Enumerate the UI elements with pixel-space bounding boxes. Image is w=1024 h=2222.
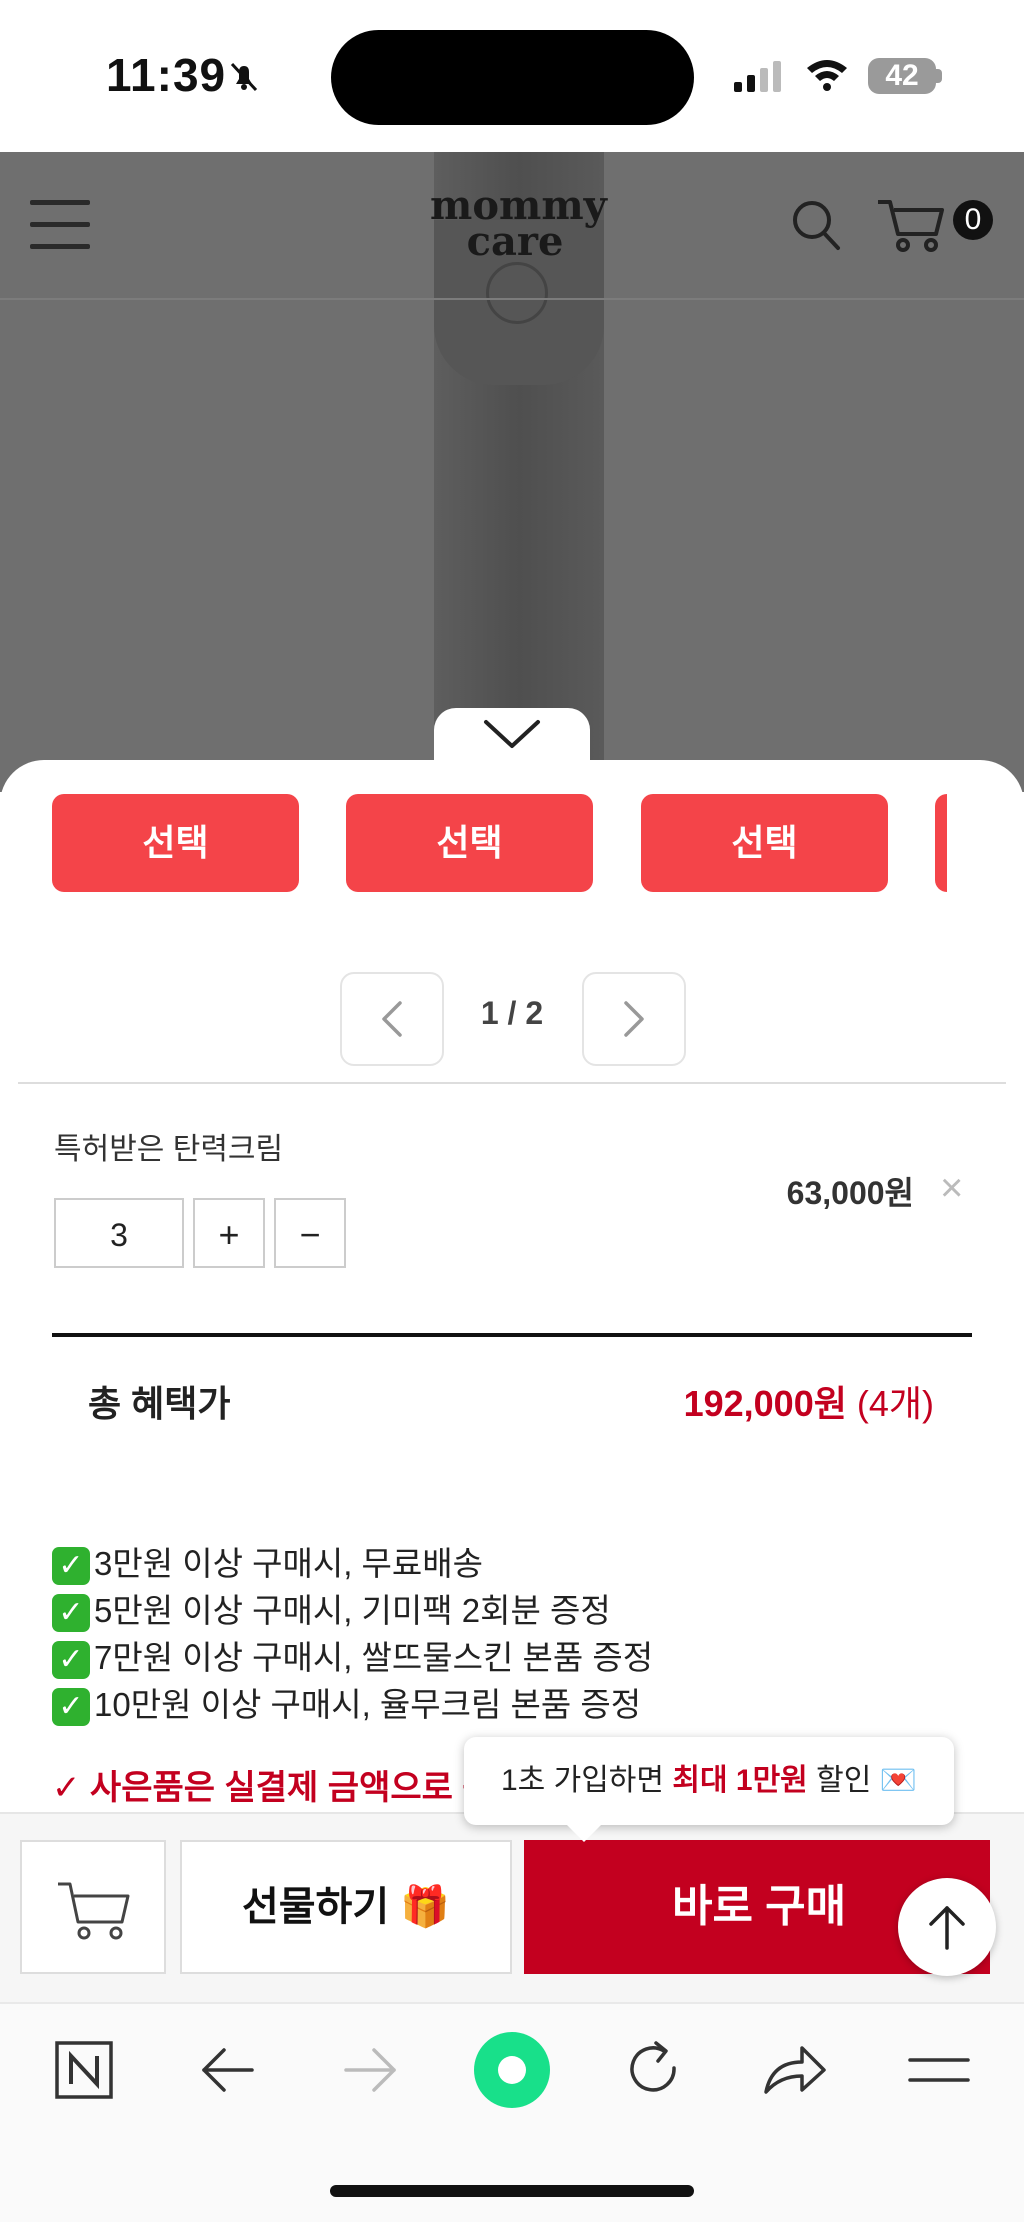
tooltip-highlight: 최대 1만원 [672, 1764, 808, 1797]
quantity-input[interactable]: 3 [54, 1198, 184, 1268]
check-icon: ✓ [52, 1641, 90, 1680]
check-icon: ✓ [52, 1688, 90, 1727]
naver-home-icon[interactable] [54, 2040, 114, 2105]
battery-cap [936, 69, 942, 83]
total-price-row: 192,000원 (4개) [620, 1375, 934, 1427]
section-divider [18, 1082, 1006, 1084]
select-option-button-partial[interactable] [935, 794, 947, 892]
device-power-button [486, 262, 548, 324]
benefit-text: 10만원 이상 구매시, 율무크림 본품 증정 [94, 1686, 642, 1723]
logo-line-2: care [466, 218, 564, 265]
cart-count-badge: 0 [953, 200, 993, 240]
hamburger-menu-button[interactable] [0, 190, 100, 260]
battery-indicator: 42 [868, 58, 936, 94]
menu-bar [30, 222, 90, 227]
pager-next-button[interactable] [582, 972, 686, 1066]
check-icon: ✓ [52, 1547, 90, 1586]
gift-button[interactable]: 선물하기 🎁 [180, 1840, 512, 1974]
refresh-icon[interactable] [622, 2038, 686, 2107]
total-count: (4개) [856, 1383, 934, 1424]
tooltip-arrow [566, 1824, 602, 1842]
pager-indicator: 1 / 2 [480, 995, 544, 1031]
dynamic-island [331, 30, 694, 125]
benefit-text: 5만원 이상 구매시, 기미팩 2회분 증정 [94, 1592, 611, 1629]
tooltip-text: 1초 가입하면 [500, 1764, 673, 1797]
select-option-button[interactable]: 선택 [346, 794, 593, 892]
search-icon[interactable] [790, 198, 842, 259]
status-time: 11:39 [106, 49, 227, 101]
green-dot-icon[interactable] [472, 2030, 552, 2115]
cart-icon[interactable] [876, 196, 946, 259]
quantity-minus-button[interactable]: − [274, 1198, 346, 1268]
benefit-item: ✓ 5만원 이상 구매시, 기미팩 2회분 증정 [52, 1584, 611, 1633]
benefit-item: ✓ 10만원 이상 구매시, 율무크림 본품 증정 [52, 1678, 642, 1727]
silent-icon [226, 58, 262, 99]
select-option-button[interactable]: 선택 [641, 794, 888, 892]
benefit-item: ✓ 3만원 이상 구매시, 무료배송 [52, 1537, 483, 1586]
benefit-text: 7만원 이상 구매시, 쌀뜨물스킨 본품 증정 [94, 1639, 654, 1676]
scroll-top-button[interactable] [898, 1878, 996, 1976]
signup-tooltip[interactable]: 1초 가입하면 최대 1만원 할인 💌 [464, 1737, 954, 1825]
quantity-plus-button[interactable]: + [193, 1198, 265, 1268]
total-price: 192,000원 [683, 1383, 847, 1424]
benefit-item: ✓ 7만원 이상 구매시, 쌀뜨물스킨 본품 증정 [52, 1631, 654, 1680]
brand-logo[interactable]: mommy care [430, 186, 607, 265]
chevron-down-icon[interactable] [482, 716, 542, 757]
wifi-icon [804, 56, 850, 97]
share-icon[interactable] [762, 2040, 828, 2103]
home-indicator [330, 2185, 694, 2197]
pager-prev-button[interactable] [340, 972, 444, 1066]
menu-bar [30, 244, 90, 249]
tooltip-text-end: 할인 💌 [807, 1764, 917, 1797]
cart-item-name: 특허받은 탄력크림 [54, 1133, 284, 1166]
menu-bar [30, 200, 90, 205]
select-option-button[interactable]: 선택 [52, 794, 299, 892]
forward-arrow-icon[interactable] [342, 2044, 398, 2101]
add-to-cart-button[interactable] [20, 1840, 166, 1974]
menu-icon[interactable] [908, 2050, 970, 2095]
signal-icon [734, 60, 786, 99]
back-arrow-icon[interactable] [200, 2044, 256, 2101]
total-divider [52, 1333, 972, 1337]
header-divider [0, 298, 1024, 300]
check-icon: ✓ [52, 1594, 90, 1633]
benefit-text: 3만원 이상 구매시, 무료배송 [94, 1545, 483, 1582]
total-label: 총 혜택가 [88, 1383, 231, 1424]
cart-item-price: 63,000원 [786, 1175, 914, 1211]
remove-item-button[interactable]: × [940, 1166, 963, 1211]
